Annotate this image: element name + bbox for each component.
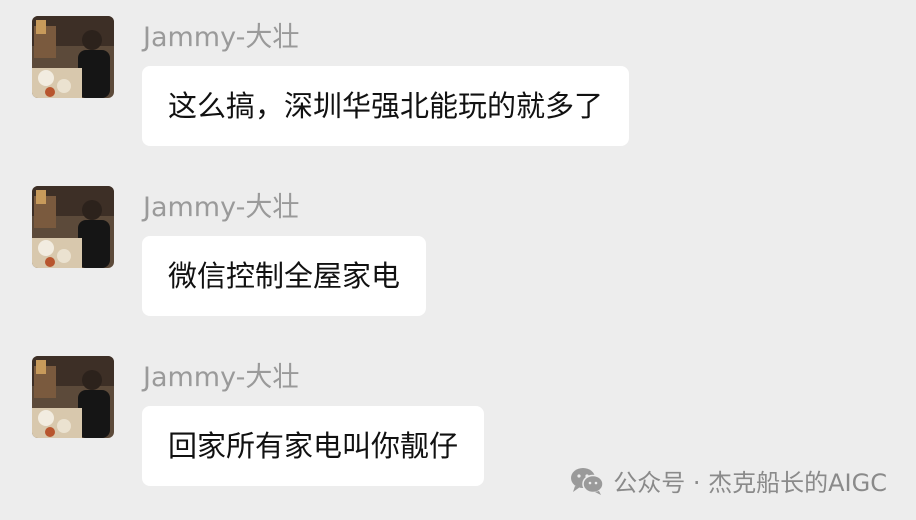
sender-name: Jammy-大壮 xyxy=(143,192,300,223)
avatar[interactable] xyxy=(32,16,114,98)
avatar[interactable] xyxy=(32,356,114,438)
message-text: 这么搞，深圳华强北能玩的就多了 xyxy=(168,89,604,123)
wechat-icon xyxy=(571,467,604,495)
watermark-text: 公众号 · 杰克船长的AIGC xyxy=(613,469,887,497)
avatar-photo xyxy=(32,356,114,438)
watermark: 公众号 · 杰克船长的AIGC xyxy=(569,463,887,498)
message-bubble[interactable]: 这么搞，深圳华强北能玩的就多了 xyxy=(142,66,630,146)
avatar[interactable] xyxy=(32,186,114,268)
chat-message: Jammy-大壮 这么搞，深圳华强北能玩的就多了 xyxy=(32,16,892,166)
message-text: 回家所有家电叫你靓仔 xyxy=(168,429,459,463)
message-bubble[interactable]: 微信控制全屋家电 xyxy=(142,236,427,316)
avatar-photo xyxy=(32,186,114,268)
message-text: 微信控制全屋家电 xyxy=(168,259,401,293)
sender-name: Jammy-大壮 xyxy=(143,22,300,53)
chat-message: Jammy-大壮 微信控制全屋家电 xyxy=(32,186,892,336)
message-bubble[interactable]: 回家所有家电叫你靓仔 xyxy=(142,406,485,486)
sender-name: Jammy-大壮 xyxy=(143,362,300,393)
avatar-photo xyxy=(32,16,114,98)
